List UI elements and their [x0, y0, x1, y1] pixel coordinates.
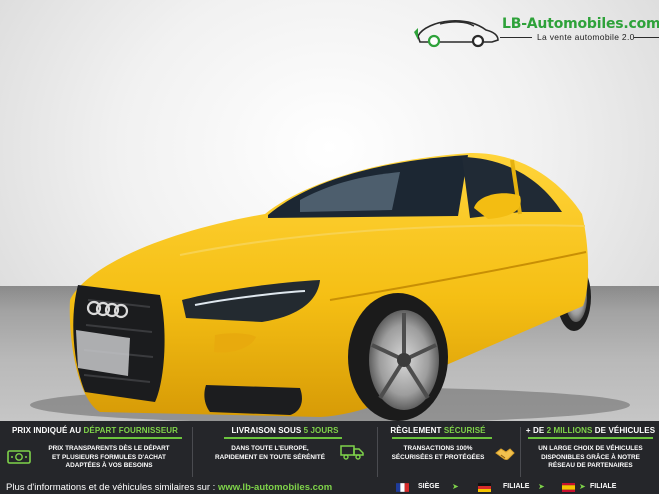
stock-line-3: RÉSEAU DE PARTENAIRES — [548, 462, 633, 470]
delivery-line-1: DANS TOUTE L'EUROPE, — [231, 445, 309, 452]
stock-title-suffix: DE VÉHICULES — [592, 426, 656, 435]
payment-title-underline — [392, 437, 492, 439]
yellow-sedan-illustration — [30, 152, 630, 421]
stock-title-underline — [528, 437, 653, 439]
arrow-icon: ➤ — [579, 482, 586, 491]
delivery-title-underline — [224, 437, 342, 439]
banner-price-column: PRIX INDIQUÉ AU DÉPART FOURNISSEUR PRIX … — [0, 421, 190, 481]
car-logo-icon — [414, 20, 499, 48]
payment-description: TRANSACTIONS 100% SÉCURISÉES ET PROTÉGÉE… — [388, 445, 488, 462]
payment-title-highlight: SÉCURISÉ — [443, 426, 486, 435]
germany-flag-icon — [478, 483, 491, 492]
france-flag-icon — [396, 483, 409, 492]
delivery-line-2: RAPIDEMENT EN TOUTE SÉRÉNITÉ — [215, 453, 325, 461]
payment-title-text: RÈGLEMENT — [390, 426, 444, 435]
handshake-icon — [495, 448, 515, 460]
car-photo: LB-Automobiles.com La vente automobile 2… — [0, 0, 659, 421]
price-line-3: ADAPTÉES À VOS BESOINS — [65, 462, 153, 470]
delivery-title-text: LIVRAISON SOUS — [231, 426, 304, 435]
stock-line-2: DISPONIBLES GRÂCE À NOTRE — [541, 453, 640, 461]
price-title-underline — [98, 437, 182, 439]
location-label-headquarters: SIÈGE — [418, 482, 440, 490]
banner-footer: Plus d'informations et de véhicules simi… — [0, 481, 659, 494]
money-icon — [7, 450, 31, 464]
price-title-highlight: DÉPART FOURNISSEUR — [83, 426, 179, 435]
location-label-spain: FILIALE — [590, 482, 617, 490]
price-title: PRIX INDIQUÉ AU DÉPART FOURNISSEUR — [0, 426, 190, 435]
delivery-title-highlight: 5 JOURS — [303, 426, 339, 435]
logo-tagline: La vente automobile 2.0 — [537, 32, 635, 42]
logo-divider-left — [500, 37, 532, 38]
price-line-1: PRIX TRANSPARENTS DÈS LE DÉPART — [48, 445, 170, 452]
stock-line-1: UN LARGE CHOIX DE VÉHICULES — [538, 445, 643, 452]
more-info-label: Plus d'informations et de véhicules simi… — [6, 482, 218, 493]
more-info-text: Plus d'informations et de véhicules simi… — [6, 482, 332, 493]
banner-delivery-column: LIVRAISON SOUS 5 JOURS DANS TOUTE L'EURO… — [194, 421, 376, 481]
price-title-text: PRIX INDIQUÉ AU — [11, 426, 84, 435]
spain-flag-icon — [562, 483, 575, 492]
arrow-icon: ➤ — [538, 482, 545, 491]
stock-title-text: + DE — [525, 426, 547, 435]
site-logo[interactable]: LB-Automobiles.com La vente automobile 2… — [410, 10, 659, 50]
info-banner: PRIX INDIQUÉ AU DÉPART FOURNISSEUR PRIX … — [0, 421, 659, 494]
delivery-truck-icon — [340, 445, 364, 460]
banner-separator — [192, 427, 193, 477]
website-link[interactable]: www.lb-automobiles.com — [218, 482, 332, 493]
price-line-2: ET PLUSIEURS FORMULES D'ACHAT — [52, 453, 166, 461]
delivery-description: DANS TOUTE L'EUROPE, RAPIDEMENT EN TOUTE… — [200, 445, 340, 462]
banner-separator — [520, 427, 521, 477]
arrow-icon: ➤ — [452, 482, 459, 491]
banner-payment-column: RÈGLEMENT SÉCURISÉ TRANSACTIONS 100% SÉC… — [380, 421, 520, 481]
price-description: PRIX TRANSPARENTS DÈS LE DÉPART ET PLUSI… — [34, 445, 184, 471]
stock-title: + DE 2 MILLIONS DE VÉHICULES — [522, 426, 659, 435]
payment-title: RÈGLEMENT SÉCURISÉ — [368, 426, 508, 435]
logo-name: LB-Automobiles.com — [502, 16, 659, 32]
banner-stock-column: + DE 2 MILLIONS DE VÉHICULES UN LARGE CH… — [522, 421, 659, 481]
payment-line-1: TRANSACTIONS 100% — [403, 445, 473, 452]
logo-divider-right — [634, 37, 659, 38]
delivery-title: LIVRAISON SOUS 5 JOURS — [194, 426, 376, 435]
location-label-germany: FILIALE — [503, 482, 530, 490]
payment-line-2: SÉCURISÉES ET PROTÉGÉES — [391, 453, 485, 461]
stock-description: UN LARGE CHOIX DE VÉHICULES DISPONIBLES … — [522, 445, 659, 471]
stock-title-highlight: 2 MILLIONS — [546, 426, 593, 435]
